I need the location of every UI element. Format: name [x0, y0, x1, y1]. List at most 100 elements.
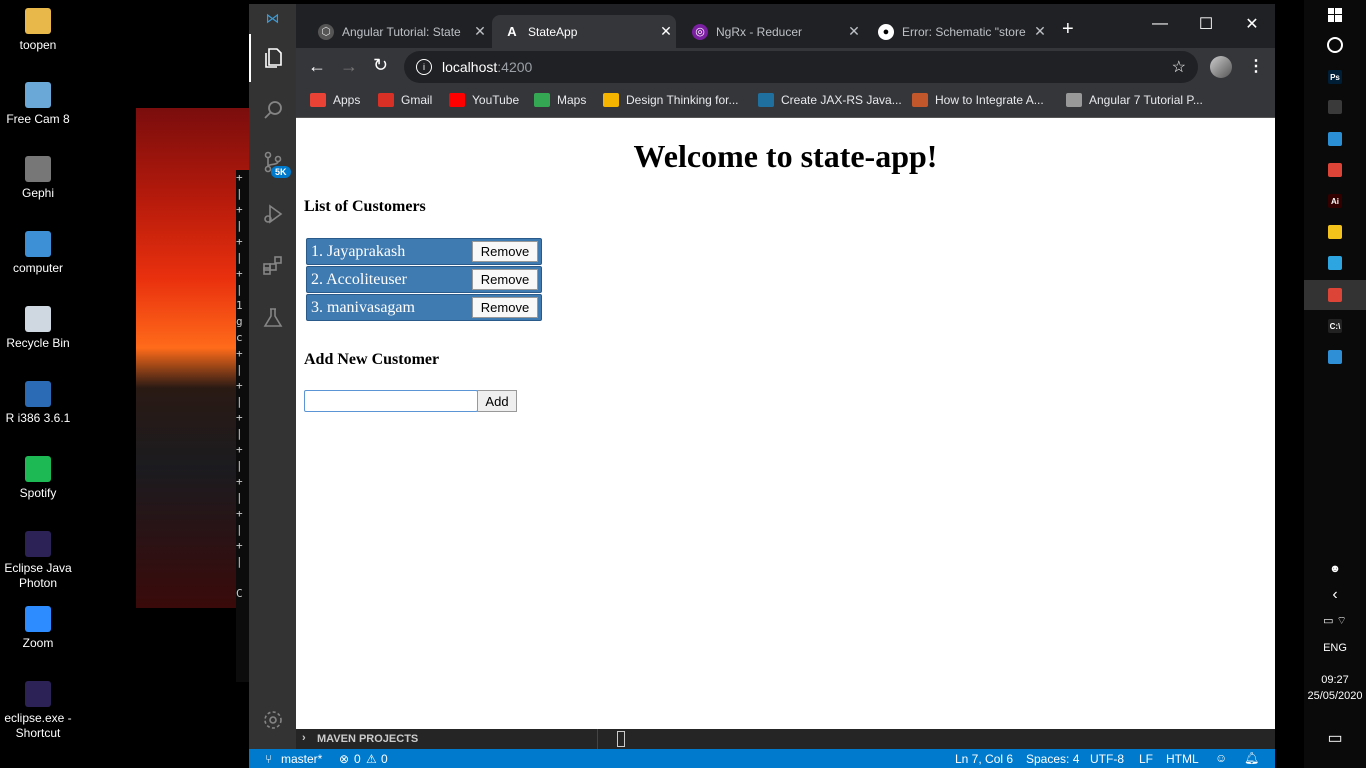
file-explorer-icon[interactable] [1304, 217, 1366, 247]
terminal-window-edge[interactable]: + | + | + | + | 1 g c + | + | + | + | + … [236, 170, 250, 682]
cortana-icon[interactable] [1304, 30, 1366, 60]
cursor-position[interactable]: Ln 7, Col 6 [955, 752, 1013, 766]
line-ending[interactable]: LF [1139, 752, 1153, 766]
tab-title: Angular Tutorial: State [342, 24, 461, 39]
add-button[interactable]: Add [477, 390, 517, 412]
remove-button[interactable]: Remove [472, 241, 538, 262]
network-app-icon[interactable] [1304, 124, 1366, 154]
notifications-bell-icon[interactable]: 🔔︎ [1244, 751, 1259, 765]
bookmark-item[interactable]: Gmail [378, 93, 432, 107]
bookmark-item[interactable]: Angular 7 Tutorial P... [1066, 93, 1203, 107]
new-tab-icon[interactable]: + [1062, 18, 1074, 41]
remove-button[interactable]: Remove [472, 297, 538, 318]
menu-dots-icon[interactable]: ⋮ [1248, 56, 1264, 76]
bookmark-label: Angular 7 Tutorial P... [1089, 93, 1203, 107]
source-control-icon[interactable]: 5K [249, 138, 296, 186]
desktop-icon[interactable]: Free Cam 8 [0, 82, 76, 127]
desktop-icon[interactable]: Recycle Bin [0, 306, 76, 351]
screen-recorder-icon [25, 82, 51, 108]
close-icon[interactable]: ✕ [1030, 23, 1050, 40]
info-icon[interactable]: i [416, 59, 432, 75]
feedback-icon[interactable]: ☺ [1215, 751, 1227, 765]
bookmark-item[interactable]: Maps [534, 93, 586, 107]
desktop-icon[interactable]: Eclipse Java Photon [0, 531, 76, 591]
desktop-icon[interactable]: toopen [0, 8, 76, 53]
bookmark-label: Design Thinking for... [626, 93, 739, 107]
minimize-icon[interactable]: — [1137, 4, 1183, 44]
desktop-icon[interactable]: Spotify [0, 456, 76, 501]
start-icon[interactable] [1304, 0, 1366, 30]
battery-wifi-icon[interactable]: ▭ ⌔ [1304, 606, 1366, 636]
desktop-icon[interactable]: Gephi [0, 156, 76, 201]
bookmark-item[interactable]: YouTube [449, 93, 519, 107]
photoshop-icon[interactable]: Ps [1304, 62, 1366, 92]
desktop-icon-label: Eclipse Java Photon [4, 561, 72, 590]
avatar[interactable] [1210, 56, 1232, 78]
illustrator-icon[interactable]: Ai [1304, 186, 1366, 216]
forward-icon[interactable]: → [340, 56, 358, 77]
warning-count[interactable]: 0 [381, 752, 388, 766]
desktop-icon[interactable]: R i386 3.6.1 [0, 381, 76, 426]
desktop-icon-label: R i386 3.6.1 [5, 411, 71, 425]
tab-github-error[interactable]: ● Error: Schematic "store ✕ [866, 15, 1050, 48]
settings-gear-icon[interactable] [249, 696, 296, 744]
close-icon[interactable]: ✕ [656, 23, 676, 40]
run-debug-icon[interactable] [249, 190, 296, 238]
error-count[interactable]: 0 [354, 752, 361, 766]
text-cursor-icon [617, 731, 625, 747]
testing-icon[interactable] [249, 294, 296, 342]
bookmark-item[interactable]: How to Integrate A... [912, 93, 1044, 107]
telegram-icon[interactable] [1304, 248, 1366, 278]
files-icon[interactable] [249, 34, 296, 82]
language-mode[interactable]: HTML [1166, 752, 1199, 766]
bookmark-label: Apps [333, 93, 361, 107]
desktop-icon-label: Spotify [19, 486, 57, 500]
cmd-icon[interactable]: C:\ [1304, 311, 1366, 341]
desktop-icon-label: eclipse.exe - Shortcut [4, 711, 72, 740]
vscode-icon[interactable] [1304, 342, 1366, 372]
back-icon[interactable]: ← [308, 56, 326, 77]
customer-name-input[interactable] [304, 390, 478, 412]
tab-stateapp[interactable]: A StateApp ✕ [492, 15, 676, 48]
bookmark-star-icon[interactable]: ☆ [1172, 57, 1186, 77]
maven-projects-panel[interactable]: › MAVEN PROJECTS [296, 729, 1275, 749]
search-icon[interactable] [249, 86, 296, 134]
tab-ngrx-reducer[interactable]: ◎ NgRx - Reducer ✕ [680, 15, 864, 48]
clock-date[interactable]: 25/05/2020 [1304, 688, 1366, 704]
taskbar-app-glyph [1328, 100, 1342, 114]
branch-name[interactable]: master* [281, 752, 322, 766]
chrome-icon[interactable] [1304, 280, 1366, 310]
address-bar[interactable]: i localhost:4200 ☆ [404, 51, 1198, 83]
bookmark-item[interactable]: Apps [310, 93, 360, 107]
spotify-icon [25, 456, 51, 482]
extensions-icon[interactable] [249, 242, 296, 290]
bookmark-item[interactable]: Design Thinking for... [603, 93, 739, 107]
bookmark-favicon-icon [758, 93, 774, 107]
desktop-icon[interactable]: computer [0, 231, 76, 276]
tab-strip: ⬡ Angular Tutorial: State ✕ A StateApp ✕… [296, 4, 1275, 48]
close-icon[interactable]: ✕ [844, 23, 864, 40]
bookmark-item[interactable]: Create JAX-RS Java... [758, 93, 902, 107]
remove-button[interactable]: Remove [472, 269, 538, 290]
vscode-activity-bar: ⋈ 5K [249, 4, 296, 749]
folder-icon [25, 8, 51, 34]
clock-time[interactable]: 09:27 [1304, 672, 1366, 688]
indentation[interactable]: Spaces: 4 [1026, 752, 1079, 766]
reload-icon[interactable]: ↻ [373, 55, 388, 76]
tab-angular-tutorial[interactable]: ⬡ Angular Tutorial: State ✕ [306, 15, 490, 48]
encoding[interactable]: UTF-8 [1090, 752, 1124, 766]
camera-app-icon[interactable] [1304, 92, 1366, 122]
url-port: :4200 [497, 59, 533, 75]
close-icon[interactable]: ✕ [470, 23, 490, 40]
customer-row: 1. Jayaprakash Remove [306, 238, 542, 265]
chrome-icon[interactable] [1304, 155, 1366, 185]
desktop-icon[interactable]: eclipse.exe - Shortcut [0, 681, 76, 741]
window-close-icon[interactable]: ✕ [1229, 4, 1275, 44]
language-indicator[interactable]: ENG [1304, 633, 1366, 663]
bookmark-label: How to Integrate A... [935, 93, 1044, 107]
eclipse-icon [25, 531, 51, 557]
action-center-icon[interactable]: ▭ [1304, 723, 1366, 753]
maximize-icon[interactable]: ☐ [1183, 4, 1229, 44]
desktop-icon[interactable]: Zoom [0, 606, 76, 651]
bookmark-label: Create JAX-RS Java... [781, 93, 902, 107]
